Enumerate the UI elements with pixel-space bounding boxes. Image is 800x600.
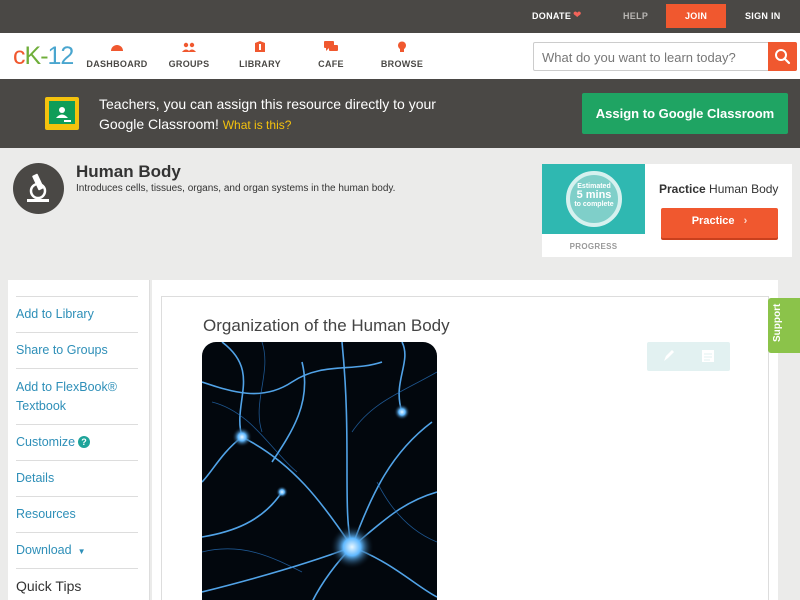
donate-link[interactable]: DONATE <box>532 11 571 21</box>
download-link[interactable]: Download ▼ <box>16 532 138 568</box>
progress-label[interactable]: PROGRESS <box>542 242 645 251</box>
assign-to-google-classroom-button[interactable]: Assign to Google Classroom <box>582 93 788 134</box>
dropdown-arrow-icon: ▼ <box>77 547 86 556</box>
logo-c: c <box>13 42 25 70</box>
support-tab[interactable]: Support <box>768 298 800 353</box>
add-to-flexbook-label: Add to FlexBook® Textbook <box>16 380 117 413</box>
details-label: Details <box>16 471 55 485</box>
content-title: Organization of the Human Body <box>203 316 450 335</box>
sidebar-divider <box>16 568 138 569</box>
estimated-suffix: to complete <box>574 201 614 208</box>
help-icon[interactable]: ? <box>78 436 91 448</box>
customize-link[interactable]: Customize? <box>16 424 138 460</box>
logo-number: 12 <box>47 42 75 70</box>
support-label: Support <box>772 303 783 342</box>
resource-sidebar: Add to Library Share to Groups Add to Fl… <box>8 280 150 600</box>
what-is-this-link[interactable]: What is this? <box>223 118 292 132</box>
nav-browse-label: BROWSE <box>380 59 424 69</box>
main-header: cK-12 DASHBOARD GROUPS LIBRARY CAFE BROW… <box>0 33 800 79</box>
microscope-icon <box>13 163 64 214</box>
search-input[interactable] <box>542 48 762 66</box>
practice-button-label: Practice <box>691 215 735 227</box>
download-label: Download <box>16 543 72 557</box>
library-icon <box>255 41 265 52</box>
dashboard-icon <box>111 45 123 51</box>
google-classroom-icon <box>45 97 79 130</box>
ck12-logo[interactable]: cK-12 <box>13 42 75 71</box>
nav-library-label: LIBRARY <box>239 59 281 69</box>
nav-cafe-label: CAFE <box>318 59 344 69</box>
classroom-message: Teachers, you can assign this resource d… <box>99 94 479 135</box>
lightbulb-icon <box>398 41 406 52</box>
practice-heading-bold: Practice <box>659 182 706 196</box>
details-link[interactable]: Details <box>16 460 138 496</box>
concept-description: Introduces cells, tissues, organs, and o… <box>76 183 396 194</box>
cafe-chat-icon <box>324 41 338 51</box>
add-to-library-label: Add to Library <box>16 307 94 321</box>
join-label[interactable]: JOIN <box>685 11 707 21</box>
content-tools <box>647 342 730 371</box>
google-classroom-banner: Teachers, you can assign this resource d… <box>0 79 800 148</box>
neuron-image <box>202 342 437 600</box>
concept-title: Human Body <box>76 162 181 181</box>
nav-dashboard[interactable]: DASHBOARD <box>77 41 157 69</box>
nav-browse[interactable]: BROWSE <box>362 41 442 69</box>
resources-link[interactable]: Resources <box>16 496 138 532</box>
pencil-icon[interactable] <box>661 348 677 364</box>
top-bar: DONATE ❤ HELP JOIN SIGN IN <box>0 0 800 33</box>
nav-library[interactable]: LIBRARY <box>220 41 300 69</box>
chevron-right-icon: › <box>743 215 748 227</box>
heart-icon: ❤ <box>573 10 582 21</box>
add-to-library-link[interactable]: Add to Library <box>16 296 138 332</box>
nav-cafe[interactable]: CAFE <box>291 41 371 69</box>
search-box <box>533 42 797 71</box>
estimated-time: Estimated 5 mins to complete <box>566 182 622 209</box>
groups-icon <box>182 42 196 52</box>
content-panel: Organization of the Human Body <box>161 296 769 600</box>
search-button[interactable] <box>768 42 797 71</box>
logo-k: K <box>24 42 42 70</box>
progress-thumbnail: Estimated 5 mins to complete <box>542 164 645 234</box>
practice-heading-topic: Human Body <box>709 182 779 196</box>
add-to-flexbook-link[interactable]: Add to FlexBook® Textbook <box>16 368 138 424</box>
help-link[interactable]: HELP <box>623 11 648 21</box>
share-to-groups-label: Share to Groups <box>16 343 108 357</box>
practice-card: Estimated 5 mins to complete PROGRESS Pr… <box>542 164 792 257</box>
practice-heading: Practice Human Body <box>659 182 778 196</box>
sign-in-link[interactable]: SIGN IN <box>745 11 781 21</box>
nav-groups[interactable]: GROUPS <box>149 41 229 69</box>
practice-button[interactable]: Practice › <box>661 208 778 238</box>
customize-label: Customize <box>16 435 76 449</box>
share-to-groups-link[interactable]: Share to Groups <box>16 332 138 368</box>
search-icon <box>775 49 791 65</box>
nav-dashboard-label: DASHBOARD <box>86 59 148 69</box>
resources-label: Resources <box>16 507 76 521</box>
content-area: Organization of the Human Body <box>152 280 778 600</box>
quick-tips-heading: Quick Tips <box>16 578 82 594</box>
nav-groups-label: GROUPS <box>168 59 210 69</box>
concept-header: Human Body Introduces cells, tissues, or… <box>0 148 800 278</box>
logo-dash: - <box>40 42 48 70</box>
estimated-minutes: 5 mins <box>576 189 612 201</box>
notes-icon[interactable] <box>700 348 716 364</box>
